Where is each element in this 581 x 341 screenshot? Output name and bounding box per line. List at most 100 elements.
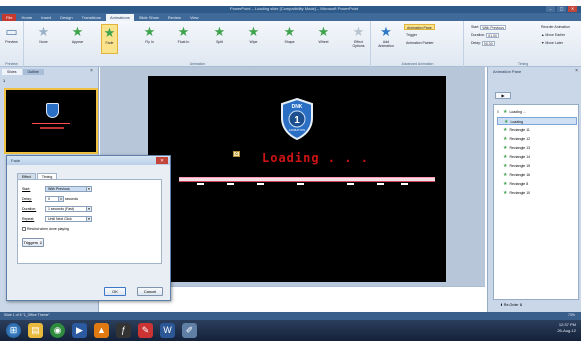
slide-thumbnail[interactable] xyxy=(4,88,98,154)
reorder-controls: ⬆ Re-Order ⬇ xyxy=(500,303,522,307)
move-up-icon[interactable]: ⬆ xyxy=(500,303,503,307)
preview-button[interactable]: ▭ Preview xyxy=(3,24,20,54)
star-icon: ★ xyxy=(503,136,508,142)
paint-icon[interactable]: ✎ xyxy=(138,323,153,338)
tab-outline[interactable]: Outline xyxy=(22,69,44,75)
move-later-button[interactable]: ▼ Move Later xyxy=(539,40,565,46)
start-select[interactable]: With Previous xyxy=(45,186,87,193)
duration-input[interactable]: 01.00 xyxy=(486,32,499,38)
close-icon[interactable]: × xyxy=(575,68,578,74)
tab-slides[interactable]: Slides xyxy=(2,69,22,75)
animation-pane-title: Animation Pane xyxy=(493,69,522,74)
duration-row: Duration: 1 seconds (Fast) ▼ xyxy=(22,206,92,213)
start-orb-icon[interactable]: ⊞ xyxy=(6,323,21,338)
tab-insert[interactable]: Insert xyxy=(37,14,55,21)
effect-wheel[interactable]: ★ Wheel xyxy=(315,24,332,54)
tab-slide-show[interactable]: Slide Show xyxy=(135,14,163,21)
dialog-title-bar[interactable]: Fade ✕ xyxy=(7,156,170,165)
effect-shape[interactable]: ★ Shape xyxy=(281,24,298,54)
loading-text[interactable]: Loading . . . xyxy=(262,151,369,165)
chevron-down-icon[interactable]: ▼ xyxy=(87,186,92,193)
loading-bar[interactable] xyxy=(179,177,435,185)
advanced-animation-group: ★ Add Animation Animation Pane Trigger A… xyxy=(372,21,464,67)
delay-control: Delay: 00.00 xyxy=(469,40,497,46)
effect-fade[interactable]: ★ Fade xyxy=(101,24,118,54)
star-icon: ★ xyxy=(503,127,508,133)
add-animation-button[interactable]: ★ Add Animation xyxy=(376,24,396,54)
effect-fly-in[interactable]: ★ Fly In xyxy=(141,24,158,54)
animation-item[interactable]: ★ Rectangle 14 xyxy=(497,153,577,161)
shield-logo-icon[interactable]: DNK 1 ANIMATION xyxy=(280,98,314,140)
word-icon[interactable]: W xyxy=(160,323,175,338)
slide-canvas[interactable]: DNK 1 ANIMATION 0 Loading . . . xyxy=(148,76,446,282)
animation-item[interactable]: ★ Rectangle 10 xyxy=(497,189,577,197)
chevron-down-icon[interactable]: ▼ xyxy=(87,216,92,223)
explorer-icon[interactable]: ▤ xyxy=(28,323,43,338)
trigger-button[interactable]: Trigger xyxy=(404,32,419,38)
tab-view[interactable]: View xyxy=(186,14,203,21)
effect-wipe[interactable]: ★ Wipe xyxy=(245,24,262,54)
animation-item[interactable]: ★ Rectangle 16 xyxy=(497,171,577,179)
tab-transitions[interactable]: Transitions xyxy=(78,14,105,21)
item-label: Rectangle 10 xyxy=(509,191,531,195)
animation-item[interactable]: ★ Rectangle 15 xyxy=(497,162,577,170)
advanced-group-label: Advanced Animation xyxy=(401,62,434,66)
animation-item[interactable]: 0 ★ Loading ... xyxy=(497,108,577,116)
close-button[interactable]: ✕ xyxy=(568,6,577,12)
repeat-row: Repeat: Until Next Click ▼ xyxy=(22,216,92,223)
animation-item[interactable]: ★ Rectangle 13 xyxy=(497,144,577,152)
cancel-button[interactable]: Cancel xyxy=(137,287,163,296)
spinner-icon[interactable]: ⇕ xyxy=(59,196,64,203)
clock-date[interactable]: 26-Aug-12 xyxy=(557,328,576,334)
move-earlier-button[interactable]: ▲ Move Earlier xyxy=(539,32,567,38)
maximize-button[interactable]: ▢ xyxy=(557,6,566,12)
minimize-button[interactable]: – xyxy=(546,6,555,12)
chevron-down-icon[interactable]: ▼ xyxy=(87,206,92,213)
ok-button[interactable]: OK xyxy=(104,287,126,296)
delay-input[interactable]: 00.00 xyxy=(481,40,495,46)
item-label: Rectangle 16 xyxy=(509,173,531,177)
effect-appear[interactable]: ★ Appear xyxy=(69,24,86,54)
start-select[interactable]: With Previous xyxy=(480,24,506,30)
animation-item[interactable]: ★ Rectangle 12 xyxy=(497,135,577,143)
vlc-icon[interactable]: ▲ xyxy=(94,323,109,338)
rewind-checkbox[interactable] xyxy=(22,227,26,232)
star-icon: ★ xyxy=(503,109,508,115)
tab-design[interactable]: Design xyxy=(56,14,76,21)
effect-label: Fly In xyxy=(145,40,154,44)
animation-painter-button[interactable]: Animation Painter xyxy=(404,40,436,46)
triggers-button[interactable]: Triggers ⇓ xyxy=(22,238,44,247)
close-icon[interactable]: × xyxy=(90,68,93,74)
repeat-select[interactable]: Until Next Click xyxy=(45,216,87,223)
effect-split[interactable]: ★ Split xyxy=(211,24,228,54)
star-icon: ★ xyxy=(503,145,508,151)
animation-pane-button[interactable]: Animation Pane xyxy=(404,24,435,30)
star-icon: ★ xyxy=(247,24,260,39)
shield-number: 1 xyxy=(294,115,300,126)
star-icon: ★ xyxy=(503,172,508,178)
chrome-icon[interactable]: ◉ xyxy=(50,323,65,338)
move-down-icon[interactable]: ⬇ xyxy=(520,303,523,307)
animation-order-tag[interactable]: 0 xyxy=(233,151,240,157)
tab-file[interactable]: File xyxy=(2,13,17,21)
animation-item-selected[interactable]: ★ Loading xyxy=(497,117,577,125)
effect-options-button[interactable]: ★ Effect Options xyxy=(350,24,367,54)
duration-select[interactable]: 1 seconds (Fast) xyxy=(45,206,87,213)
animation-item[interactable]: ★ Rectangle 8 xyxy=(497,180,577,188)
effect-none[interactable]: ★ None xyxy=(35,24,52,54)
effect-label: Float In xyxy=(177,40,190,44)
item-label: Loading xyxy=(510,120,523,124)
delay-unit: seconds xyxy=(64,197,79,201)
tab-review[interactable]: Review xyxy=(164,14,185,21)
media-player-icon[interactable]: ▶ xyxy=(72,323,87,338)
play-button[interactable]: ▶ xyxy=(495,92,511,99)
dialog-close-button[interactable]: ✕ xyxy=(156,157,168,164)
animation-item[interactable]: ★ Rectangle 11 xyxy=(497,126,577,134)
sketch-icon[interactable]: ✐ xyxy=(182,323,197,338)
tab-animations[interactable]: Animations xyxy=(106,13,134,21)
tab-home[interactable]: Home xyxy=(17,14,36,21)
effect-float-in[interactable]: ★ Float In xyxy=(175,24,192,54)
flash-icon[interactable]: ƒ xyxy=(116,323,131,338)
zoom-level[interactable]: 73% xyxy=(568,313,575,317)
delay-input[interactable]: 0 xyxy=(45,196,59,203)
